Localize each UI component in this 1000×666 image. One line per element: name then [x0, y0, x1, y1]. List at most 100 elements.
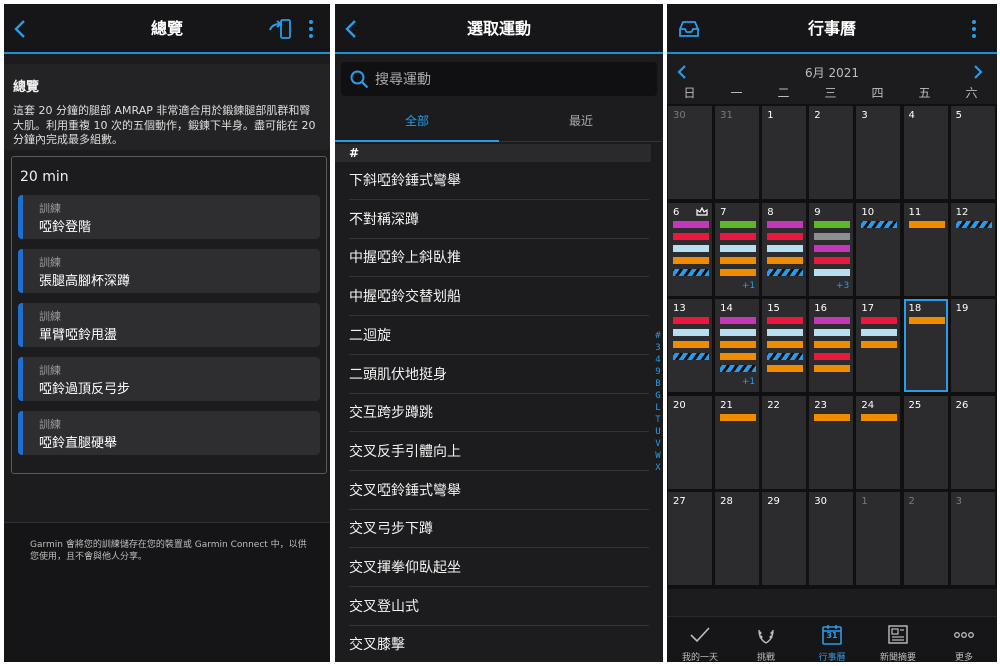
- calendar-day-cell[interactable]: 14 +1: [715, 299, 760, 392]
- exercise-list-item[interactable]: 交叉揮拳仰臥起坐: [349, 549, 649, 587]
- index-letter[interactable]: U: [653, 426, 663, 438]
- tab-laurel[interactable]: 挑戰: [733, 617, 799, 662]
- calendar-day-cell[interactable]: 18: [903, 299, 948, 392]
- calendar-day-cell[interactable]: 9 +3: [809, 202, 854, 296]
- calendar-day-cell[interactable]: 30: [668, 106, 712, 199]
- calendar-day-cell[interactable]: 21: [715, 395, 760, 489]
- calendar-day-cell[interactable]: 23: [809, 395, 854, 489]
- calendar-day-cell[interactable]: 6: [668, 202, 712, 296]
- next-month-button[interactable]: [973, 65, 983, 79]
- search-input[interactable]: 搜尋運動: [341, 62, 657, 96]
- index-letter[interactable]: B: [653, 378, 663, 390]
- exercise-name: 二迴旋: [349, 327, 391, 344]
- exercise-list-item[interactable]: 交叉弓步下蹲: [349, 510, 649, 549]
- weekday-label: 一: [730, 86, 743, 100]
- calendar-day-cell[interactable]: 1: [762, 106, 807, 199]
- more-activities-count[interactable]: +1: [742, 281, 755, 291]
- calendar-day-cell[interactable]: 17: [856, 299, 901, 392]
- exercise-list-item[interactable]: 中握啞鈴交替划船: [349, 278, 649, 317]
- calendar-day-cell[interactable]: 7 +1: [715, 202, 760, 296]
- workout-step[interactable]: 訓練 張腿高腳杯深蹲: [18, 249, 320, 293]
- exercise-list-item[interactable]: 交叉膝擊: [349, 626, 649, 662]
- exercise-list-item[interactable]: 二迴旋: [349, 317, 649, 355]
- exercise-list-item[interactable]: 交叉啞鈴錘式彎舉: [349, 472, 649, 510]
- calendar-day-cell[interactable]: 20: [668, 395, 712, 489]
- exercise-list-item[interactable]: 交叉登山式: [349, 588, 649, 626]
- calendar-day-cell[interactable]: 13: [668, 299, 712, 392]
- calendar-day-cell[interactable]: 11: [903, 202, 948, 296]
- calendar-day-cell[interactable]: 8: [762, 202, 807, 296]
- send-to-device-button[interactable]: [268, 17, 292, 41]
- exercise-name: 中握啞鈴上斜臥推: [349, 250, 461, 267]
- day-number: 28: [720, 496, 733, 507]
- calendar-day-cell[interactable]: 4: [903, 106, 948, 199]
- alphabet-index[interactable]: #3 4 9 B G L T U V W X: [653, 330, 663, 474]
- more-options-button[interactable]: [962, 17, 986, 41]
- calendar-day-cell[interactable]: 25: [903, 395, 948, 489]
- exercise-list-item[interactable]: 不對稱深蹲: [349, 201, 649, 239]
- calendar-day-cell[interactable]: 24: [856, 395, 901, 489]
- index-letter[interactable]: V: [653, 438, 663, 450]
- calendar-day-cell[interactable]: 5: [950, 106, 995, 199]
- workout-step[interactable]: 訓練 啞鈴登階: [18, 195, 320, 239]
- calendar-day-cell[interactable]: 3: [950, 492, 995, 585]
- index-letter[interactable]: X: [653, 462, 663, 474]
- tab-label: 更多: [954, 653, 973, 662]
- weekday-label: 六: [965, 86, 978, 100]
- activity-bar: [767, 365, 804, 372]
- more-activities-count[interactable]: +1: [742, 377, 755, 387]
- index-letter[interactable]: 4: [653, 354, 663, 366]
- exercise-list-item[interactable]: 交互跨步蹲跳: [349, 394, 649, 433]
- workout-duration: 20 min: [20, 169, 69, 185]
- tab-more-dots[interactable]: 更多: [931, 617, 997, 662]
- more-options-button[interactable]: [299, 17, 323, 41]
- activity-bar: [908, 317, 945, 324]
- index-letter[interactable]: L: [653, 402, 663, 414]
- workout-step[interactable]: 訓練 啞鈴直腿硬舉: [18, 411, 320, 455]
- workout-step[interactable]: 訓練 啞鈴過頂反弓步: [18, 357, 320, 401]
- calendar-day-cell[interactable]: 22: [762, 395, 807, 489]
- activity-bar: [720, 268, 757, 276]
- exercise-list-item[interactable]: 中握啞鈴上斜臥推: [349, 239, 649, 278]
- index-letter[interactable]: #: [653, 330, 663, 342]
- index-letter[interactable]: T: [653, 414, 663, 426]
- calendar-day-cell[interactable]: 26: [950, 395, 995, 489]
- calendar-day-cell[interactable]: 31: [715, 106, 760, 199]
- index-letter[interactable]: W: [653, 450, 663, 462]
- workout-step[interactable]: 訓練 單臂啞鈴甩盪: [18, 303, 320, 347]
- calendar-day-cell[interactable]: 27: [668, 492, 712, 585]
- calendar-day-cell[interactable]: 30: [809, 492, 854, 585]
- tab-news[interactable]: 新聞摘要: [865, 617, 931, 662]
- tab-calendar[interactable]: 31 行事曆: [799, 617, 865, 662]
- index-letter[interactable]: 3: [653, 342, 663, 354]
- calendar-day-cell[interactable]: 16: [809, 299, 854, 392]
- tab-recent[interactable]: 最近: [499, 104, 663, 142]
- activity-bar: [720, 353, 757, 360]
- section-title: 總覽: [13, 80, 40, 95]
- day-number: 24: [861, 399, 875, 411]
- exercise-name: 交叉啞鈴錘式彎舉: [349, 482, 461, 499]
- index-letter[interactable]: 9: [653, 366, 663, 378]
- index-letter[interactable]: G: [653, 390, 663, 402]
- calendar-day-cell[interactable]: 1: [856, 492, 901, 585]
- exercise-list-item[interactable]: 二頭肌伏地挺身: [349, 356, 649, 394]
- calendar-day-cell[interactable]: 10: [856, 202, 901, 296]
- exercise-list-item[interactable]: 下斜啞鈴錘式彎舉: [349, 162, 649, 200]
- calendar-day-cell[interactable]: 19: [950, 299, 995, 392]
- calendar-day-cell[interactable]: 15: [762, 299, 807, 392]
- exercise-list-item[interactable]: 交叉反手引體向上: [349, 433, 649, 471]
- day-number: 5: [955, 110, 962, 121]
- activity-bar: [720, 317, 757, 324]
- tab-label: 新聞摘要: [879, 653, 916, 662]
- calendar-day-cell[interactable]: 12: [950, 202, 995, 296]
- tab-check[interactable]: 我的一天: [667, 617, 733, 662]
- calendar-day-cell[interactable]: 2: [903, 492, 948, 585]
- more-activities-count[interactable]: +3: [836, 281, 849, 291]
- calendar-day-cell[interactable]: 29: [762, 492, 807, 585]
- tab-all[interactable]: 全部: [335, 104, 499, 142]
- month-navigation: 6月 2021 日 一 二 三 四 五 六: [667, 56, 997, 106]
- exercise-name: 交互跨步蹲跳: [349, 405, 433, 422]
- calendar-day-cell[interactable]: 28: [715, 492, 760, 585]
- calendar-day-cell[interactable]: 2: [809, 106, 854, 199]
- calendar-day-cell[interactable]: 3: [856, 106, 901, 199]
